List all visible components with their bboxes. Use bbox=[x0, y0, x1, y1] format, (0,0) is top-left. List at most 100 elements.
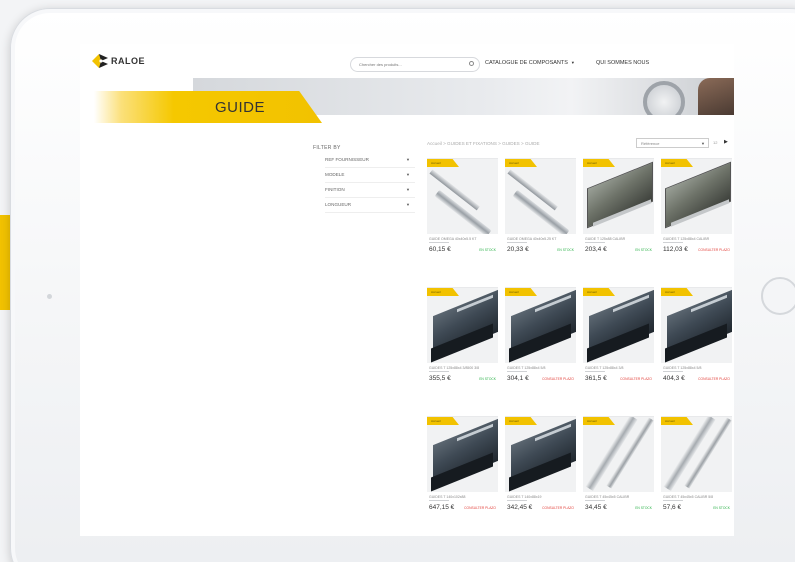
product-price: 60,15 € bbox=[429, 246, 451, 253]
stock-status: CONSULTER PLAZO bbox=[464, 506, 496, 510]
nav-catalogue-label: CATALOGUE DE COMPOSANTS bbox=[485, 60, 568, 66]
product-price: 342,45 € bbox=[507, 504, 533, 511]
product-image[interactable]: Accueil bbox=[661, 416, 732, 492]
product-ref-line bbox=[663, 371, 683, 372]
product-card[interactable]: Accueil GUIDE OMEGA 40x40x5.5 KT 60,15 € EN… bbox=[427, 158, 498, 268]
product-price: 20,33 € bbox=[507, 246, 529, 253]
product-badge: Accueil bbox=[427, 159, 459, 167]
product-name[interactable]: GUIDES T 125x88x4 5/8 bbox=[663, 366, 731, 370]
chevron-down-icon: ▼ bbox=[406, 202, 410, 207]
nav-qui-sommes-nous[interactable]: QUI SOMMES NOUS bbox=[596, 60, 649, 66]
filter-title: FILTER BY bbox=[313, 145, 341, 151]
sort-select[interactable]: Référence ▼ bbox=[636, 138, 709, 148]
product-card[interactable]: Accueil GUIDES T 125x88x4 5/8 304,1 € CONSU… bbox=[505, 287, 576, 397]
product-badge: Accueil bbox=[427, 288, 459, 296]
product-card[interactable]: Accueil GUIDES T 125x88x4 CALIBR 112,03 € C… bbox=[661, 158, 732, 268]
site-header: RALOE CATALOGUE DE COMPOSANTS▼ QUI SOMME… bbox=[80, 44, 734, 78]
product-badge: Accueil bbox=[661, 417, 693, 425]
product-name[interactable]: GUIDES T 45x45x5 CALIBR 5/8 bbox=[663, 495, 731, 499]
product-image[interactable]: Accueil bbox=[583, 287, 654, 363]
search-input[interactable] bbox=[350, 57, 480, 72]
title-banner bbox=[94, 91, 322, 123]
product-image[interactable]: Accueil bbox=[661, 287, 732, 363]
guide-shape bbox=[665, 161, 731, 229]
stock-status: CONSULTER PLAZO bbox=[698, 377, 730, 381]
product-card[interactable]: Accueil GUIDE T 125x88 CALIBR 203,4 € EN ST… bbox=[583, 158, 654, 268]
logo-icon bbox=[92, 54, 108, 68]
product-ref-line bbox=[429, 500, 449, 501]
product-image[interactable]: Accueil bbox=[427, 158, 498, 234]
product-card[interactable]: Accueil GUIDES T 140x102x88 647,15 € CONSUL… bbox=[427, 416, 498, 526]
filter-item[interactable]: MODELE ▼ bbox=[325, 169, 415, 183]
product-card[interactable]: Accueil GUIDES T 45x45x5 CALIBR 34,45 € EN … bbox=[583, 416, 654, 526]
product-card[interactable]: Accueil GUIDES T 125x88x4 5/8 404,3 € CONSU… bbox=[661, 287, 732, 397]
product-price: 304,1 € bbox=[507, 375, 529, 382]
product-image[interactable]: Accueil bbox=[661, 158, 732, 234]
per-page-select[interactable]: 12 bbox=[713, 140, 717, 145]
product-image[interactable]: Accueil bbox=[583, 158, 654, 234]
breadcrumb[interactable]: Accueil > GUIDES ET FIXATIONS > GUIDES >… bbox=[427, 141, 540, 146]
stock-status: EN STOCK bbox=[635, 506, 652, 510]
sort-select-value: Référence bbox=[641, 141, 660, 146]
product-name[interactable]: GUIDES T 140x88x19 bbox=[507, 495, 575, 499]
product-image[interactable]: Accueil bbox=[505, 416, 576, 492]
product-name[interactable]: GUIDE T 125x88 CALIBR bbox=[585, 237, 653, 241]
product-name[interactable]: GUIDE OMEGA 40x40x5.25 KT bbox=[507, 237, 575, 241]
product-badge: Accueil bbox=[661, 159, 693, 167]
chevron-down-icon: ▼ bbox=[406, 187, 410, 192]
product-card[interactable]: Accueil GUIDES T 125x88x4 3/8 361,5 € CONSU… bbox=[583, 287, 654, 397]
filter-item[interactable]: FINITION ▼ bbox=[325, 184, 415, 198]
product-ref-line bbox=[507, 371, 527, 372]
product-name[interactable]: GUIDE OMEGA 40x40x5.5 KT bbox=[429, 237, 497, 241]
stock-status: CONSULTER PLAZO bbox=[620, 377, 652, 381]
product-image[interactable]: Accueil bbox=[583, 416, 654, 492]
product-card[interactable]: Accueil GUIDES T 45x45x5 CALIBR 5/8 57,6 €… bbox=[661, 416, 732, 526]
next-page-icon[interactable]: ▶ bbox=[724, 139, 728, 145]
stock-status: EN STOCK bbox=[479, 377, 496, 381]
product-price: 355,5 € bbox=[429, 375, 451, 382]
product-name[interactable]: GUIDES T 125x88x4 3/8 bbox=[585, 366, 653, 370]
filter-item[interactable]: LONGUEUR ▼ bbox=[325, 199, 415, 213]
product-ref-line bbox=[507, 500, 527, 501]
product-image[interactable]: Accueil bbox=[505, 287, 576, 363]
product-price: 57,6 € bbox=[663, 504, 682, 511]
product-badge: Accueil bbox=[505, 288, 537, 296]
product-ref-line bbox=[585, 371, 605, 372]
product-price: 361,5 € bbox=[585, 375, 607, 382]
stock-status: EN STOCK bbox=[635, 248, 652, 252]
product-image[interactable]: Accueil bbox=[505, 158, 576, 234]
product-ref-line bbox=[585, 500, 605, 501]
product-price: 404,3 € bbox=[663, 375, 685, 382]
product-price: 647,15 € bbox=[429, 504, 455, 511]
guide-shape bbox=[587, 161, 653, 229]
product-card[interactable]: Accueil GUIDES T 125x88x4 3/8500 3/8 355,5… bbox=[427, 287, 498, 397]
filter-item-label: MODELE bbox=[325, 172, 345, 177]
logo[interactable]: RALOE bbox=[92, 54, 145, 68]
search-icon[interactable] bbox=[469, 61, 474, 66]
product-name[interactable]: GUIDES T 125x88x4 5/8 bbox=[507, 366, 575, 370]
product-ref-line bbox=[663, 242, 683, 243]
camera-icon bbox=[47, 294, 52, 299]
nav-catalogue[interactable]: CATALOGUE DE COMPOSANTS ▼ bbox=[485, 60, 575, 66]
product-price: 112,03 € bbox=[663, 246, 688, 253]
filter-item[interactable]: REF FOURNISSEUR ▼ bbox=[325, 154, 415, 168]
product-name[interactable]: GUIDES T 125x88x4 CALIBR bbox=[663, 237, 731, 241]
home-button[interactable] bbox=[761, 277, 795, 315]
filter-item-label: REF FOURNISSEUR bbox=[325, 157, 369, 162]
product-price: 34,45 € bbox=[585, 504, 607, 511]
product-name[interactable]: GUIDES T 125x88x4 3/8500 3/8 bbox=[429, 366, 497, 370]
stock-status: EN STOCK bbox=[479, 248, 496, 252]
stock-status: EN STOCK bbox=[557, 248, 574, 252]
product-image[interactable]: Accueil bbox=[427, 416, 498, 492]
wheel-image bbox=[643, 81, 685, 115]
product-badge: Accueil bbox=[427, 417, 459, 425]
screen: RALOE CATALOGUE DE COMPOSANTS▼ QUI SOMME… bbox=[80, 44, 734, 536]
chevron-down-icon: ▼ bbox=[406, 172, 410, 177]
product-card[interactable]: Accueil GUIDES T 140x88x19 342,45 € CONSULT… bbox=[505, 416, 576, 526]
chevron-down-icon: ▼ bbox=[570, 60, 575, 65]
product-image[interactable]: Accueil bbox=[427, 287, 498, 363]
product-name[interactable]: GUIDES T 140x102x88 bbox=[429, 495, 497, 499]
product-name[interactable]: GUIDES T 45x45x5 CALIBR bbox=[585, 495, 653, 499]
product-card[interactable]: Accueil GUIDE OMEGA 40x40x5.25 KT 20,33 € E… bbox=[505, 158, 576, 268]
logo-text: RALOE bbox=[111, 56, 145, 66]
